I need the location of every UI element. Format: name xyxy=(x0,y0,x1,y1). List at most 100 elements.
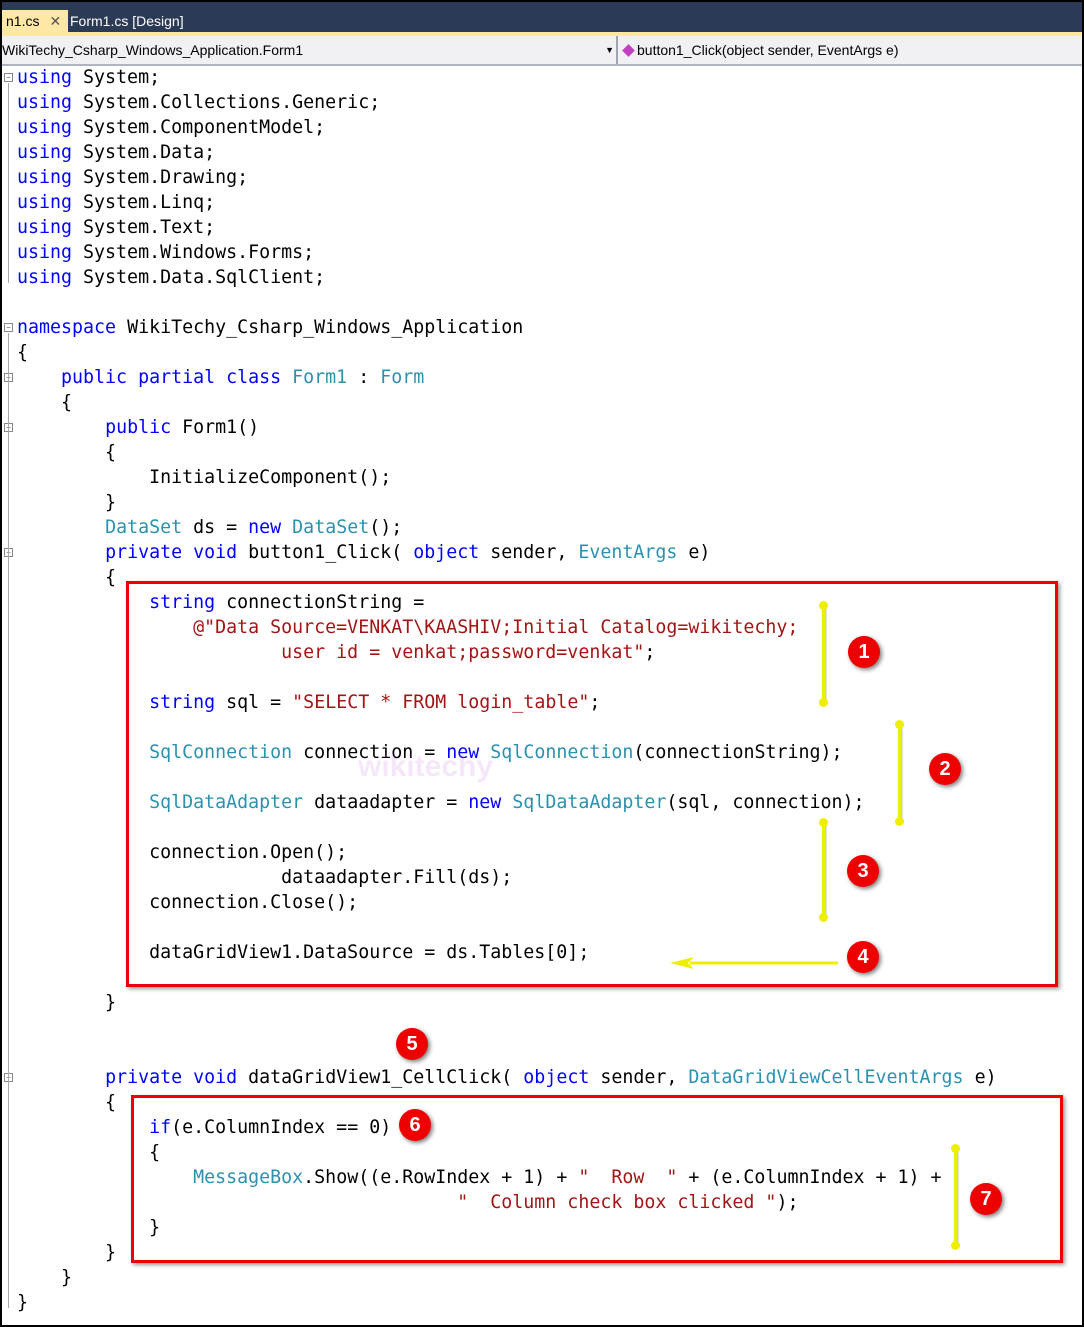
class-dropdown[interactable]: WikiTechy_Csharp_Windows_Application.For… xyxy=(2,36,618,64)
code-keyword: object xyxy=(402,542,480,563)
annotation-line-3 xyxy=(819,818,828,922)
code-line[interactable]: InitializeComponent(); xyxy=(17,465,391,490)
code-text: e) xyxy=(963,1067,997,1088)
code-text: WikiTechy_Csharp_Windows_Application xyxy=(116,317,524,338)
code-keyword: using xyxy=(17,217,73,238)
code-line[interactable]: } xyxy=(17,1290,28,1315)
code-line[interactable]: } xyxy=(17,1265,72,1290)
arrow-left-icon xyxy=(670,957,838,969)
code-text: } xyxy=(17,1292,29,1313)
annotation-badge-3: 3 xyxy=(847,855,879,887)
code-keyword: private void xyxy=(105,542,238,563)
code-line[interactable]: namespace WikiTechy_Csharp_Windows_Appli… xyxy=(17,315,523,340)
code-keyword: using xyxy=(17,242,73,263)
code-line[interactable]: DataSet ds = new DataSet(); xyxy=(17,515,402,540)
code-line[interactable]: private void dataGridView1_CellClick( ob… xyxy=(17,1065,997,1090)
code-line[interactable]: using System.Text; xyxy=(17,215,215,240)
member-dropdown[interactable]: button1_Click(object sender, EventArgs e… xyxy=(622,36,898,64)
annotation-badge-7: 7 xyxy=(970,1183,1002,1215)
code-text: } xyxy=(17,1267,73,1288)
annotation-box-button-click xyxy=(126,581,1058,987)
tab-label: n1.cs xyxy=(6,13,40,29)
fold-toggle-icon[interactable]: − xyxy=(4,323,13,332)
tab-form1-design[interactable]: Form1.cs [Design] xyxy=(66,10,188,32)
code-text: } xyxy=(17,992,117,1013)
fold-toggle-icon[interactable]: − xyxy=(4,73,13,82)
code-text: System.Data.SqlClient; xyxy=(72,267,326,288)
annotation-box-cell-click xyxy=(131,1095,1063,1263)
annotation-badge-1: 1 xyxy=(848,636,880,668)
code-text: System.Collections.Generic; xyxy=(72,92,381,113)
code-type: Form1 xyxy=(281,367,348,388)
annotation-badge-4: 4 xyxy=(847,941,879,973)
tab-form1-cs[interactable]: n1.cs ✕ xyxy=(2,10,68,32)
code-line[interactable]: } xyxy=(17,490,116,515)
code-line[interactable]: using System.Collections.Generic; xyxy=(17,90,380,115)
code-line[interactable]: { xyxy=(17,340,28,365)
code-keyword: using xyxy=(17,142,73,163)
code-text: System.Windows.Forms; xyxy=(72,242,315,263)
code-line[interactable]: { xyxy=(17,440,116,465)
code-line[interactable]: private void button1_Click( object sende… xyxy=(17,540,710,565)
code-line[interactable]: using System.ComponentModel; xyxy=(17,115,325,140)
code-text: { xyxy=(17,567,117,588)
annotation-badge-2: 2 xyxy=(929,753,961,785)
class-dropdown-value: WikiTechy_Csharp_Windows_Application.For… xyxy=(2,42,304,58)
code-line[interactable]: { xyxy=(17,565,116,590)
code-line[interactable]: public Form1() xyxy=(17,415,259,440)
code-type: EventArgs xyxy=(567,542,678,563)
code-line[interactable]: using System.Windows.Forms; xyxy=(17,240,314,265)
code-line[interactable]: using System.Drawing; xyxy=(17,165,248,190)
code-line[interactable]: using System.Data.SqlClient; xyxy=(17,265,325,290)
code-text: (); xyxy=(369,517,403,538)
code-line[interactable]: { xyxy=(17,390,72,415)
annotation-line-2 xyxy=(895,720,904,826)
outline-guide xyxy=(8,83,9,283)
code-text: button1_Click( xyxy=(237,542,403,563)
code-editor-window: n1.cs ✕ Form1.cs [Design] WikiTechy_Cshar… xyxy=(2,2,1082,1325)
code-keyword: using xyxy=(17,167,73,188)
code-text: { xyxy=(17,342,29,363)
code-text: { xyxy=(17,392,73,413)
code-keyword: private void xyxy=(105,1067,238,1088)
code-line[interactable]: public partial class Form1 : Form xyxy=(17,365,424,390)
code-keyword: using xyxy=(17,117,73,138)
code-keyword: using xyxy=(17,92,73,113)
code-keyword: public xyxy=(105,417,172,438)
code-keyword: new xyxy=(237,517,282,538)
code-line[interactable]: using System.Data; xyxy=(17,140,215,165)
code-line[interactable]: } xyxy=(17,990,116,1015)
code-line[interactable]: using System.Linq; xyxy=(17,190,215,215)
code-type: DataSet xyxy=(281,517,370,538)
code-keyword: using xyxy=(17,67,73,88)
code-text: System.Data; xyxy=(72,142,216,163)
code-line[interactable]: using System; xyxy=(17,65,160,90)
annotation-badge-5: 5 xyxy=(396,1028,428,1060)
code-type: DataSet xyxy=(105,517,183,538)
annotation-badge-6: 6 xyxy=(399,1109,431,1141)
code-text: : xyxy=(347,367,370,388)
code-text: { xyxy=(17,1092,117,1113)
code-keyword: public partial class xyxy=(61,367,282,388)
code-text: System.Drawing; xyxy=(72,167,249,188)
code-keyword: object xyxy=(512,1067,590,1088)
code-text: sender, xyxy=(479,542,568,563)
code-text: System.Linq; xyxy=(72,192,216,213)
annotation-line-1 xyxy=(819,601,828,707)
navigation-bar: WikiTechy_Csharp_Windows_Application.For… xyxy=(2,36,1082,66)
close-icon[interactable]: ✕ xyxy=(49,13,61,29)
code-line[interactable]: { xyxy=(17,1090,116,1115)
code-text: ds = xyxy=(182,517,238,538)
code-text: sender, xyxy=(589,1067,678,1088)
code-text: } xyxy=(17,1242,117,1263)
code-type: DataGridViewCellEventArgs xyxy=(677,1067,964,1088)
code-text: e) xyxy=(677,542,711,563)
code-keyword: namespace xyxy=(17,317,117,338)
code-line[interactable]: } xyxy=(17,1240,116,1265)
code-text: { xyxy=(17,442,117,463)
